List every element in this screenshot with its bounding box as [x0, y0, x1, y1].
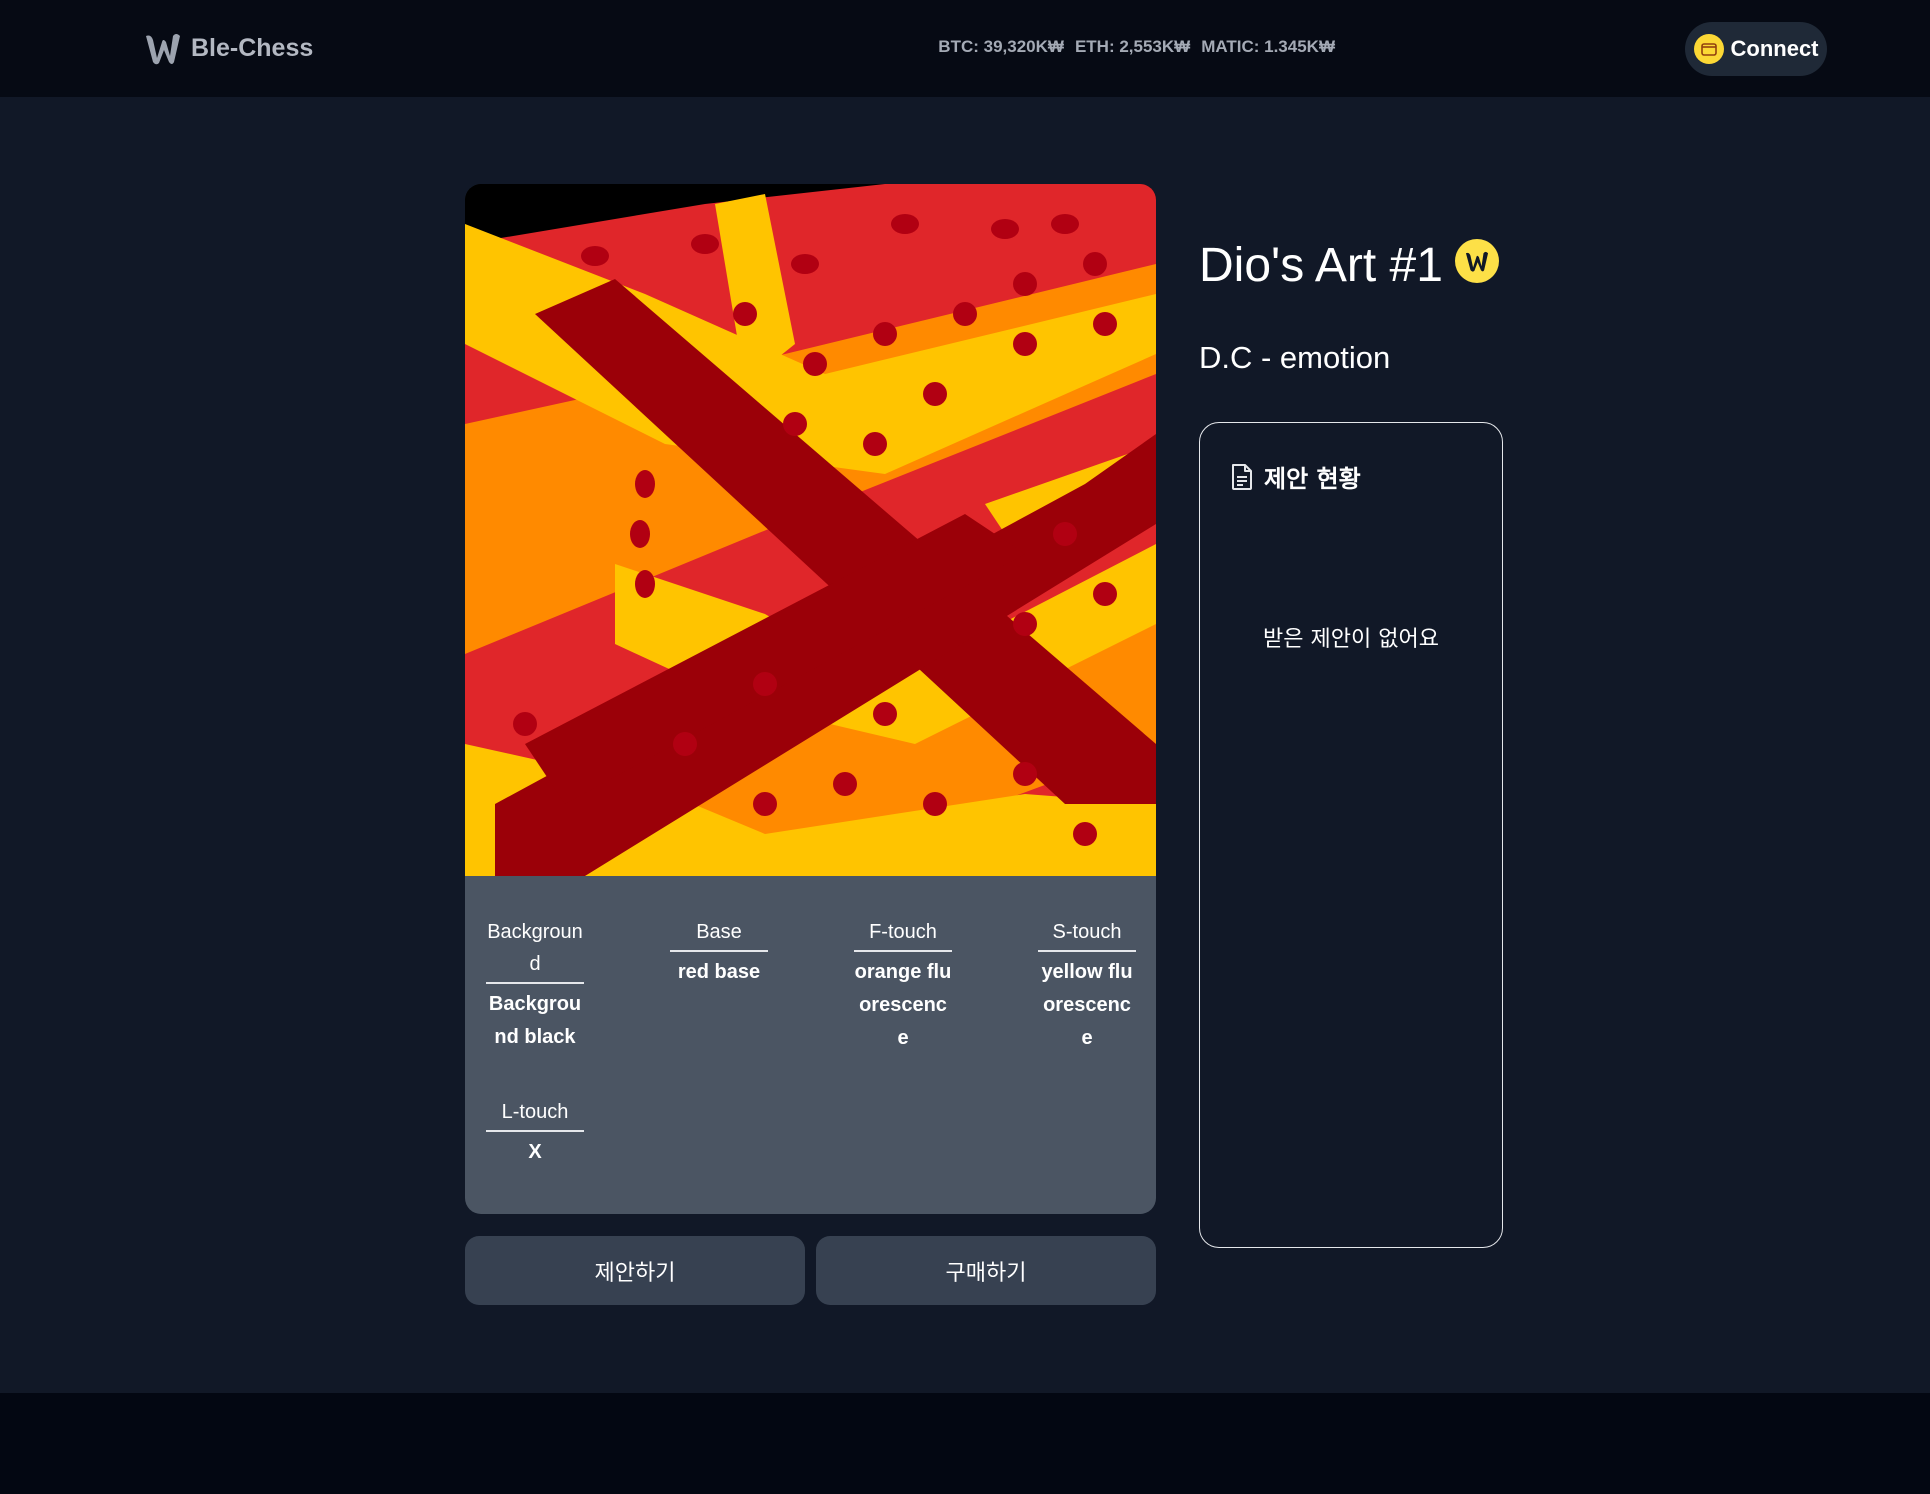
buy-button[interactable]: 구매하기 [816, 1236, 1156, 1305]
page-footer [0, 1393, 1930, 1494]
btc-price: BTC: 39,320K₩ [938, 37, 1064, 56]
trait-f-touch: F-touch orange fluorescence [854, 916, 952, 1055]
nft-title: Dio's Art #1 [1199, 239, 1443, 292]
trait-list: Background Background black Base red bas… [465, 876, 1156, 1214]
wallet-icon [1693, 34, 1724, 64]
price-ticker: BTC: 39,320K₩ ETH: 2,553K₩ MATIC: 1.345K… [938, 37, 1335, 57]
nft-artwork-image[interactable] [465, 184, 1156, 876]
connect-label: Connect [1730, 36, 1819, 61]
document-icon [1232, 463, 1252, 490]
nft-title-row: Dio's Art #1 [1199, 238, 1499, 293]
trait-background: Background Background black [486, 916, 584, 1054]
trait-value: X [528, 1141, 542, 1163]
ble-chess-logo-icon [146, 34, 180, 65]
trait-name: F-touch [854, 916, 952, 952]
offer-status-panel: 제안 현황 받은 제안이 없어요 [1199, 422, 1503, 1248]
no-offers-message: 받은 제안이 없어요 [1263, 627, 1439, 652]
connect-wallet-button[interactable]: Connect [1685, 22, 1827, 76]
trait-value: Background black [488, 993, 582, 1048]
trait-name: Base [670, 916, 768, 952]
matic-price: MATIC: 1.345K₩ [1201, 37, 1335, 56]
trait-s-touch: S-touch yellow fluorescence [1038, 916, 1136, 1055]
brand-logo-link[interactable]: Ble-Chess [143, 28, 313, 68]
eth-price: ETH: 2,553K₩ [1074, 37, 1191, 56]
nft-card: Background Background black Base red bas… [465, 184, 1156, 1214]
trait-name: S-touch [1038, 916, 1136, 952]
trait-name: L-touch [486, 1096, 584, 1132]
trait-base: Base red base [670, 916, 768, 989]
offer-status-title: 제안 현황 [1264, 465, 1361, 493]
make-offer-button[interactable]: 제안하기 [465, 1236, 805, 1305]
nft-collection-subtitle: D.C - emotion [1199, 340, 1391, 375]
offer-status-header: 제안 현황 [1230, 459, 1361, 494]
trait-value: yellow fluorescence [1041, 961, 1133, 1049]
top-nav-bar: Ble-Chess BTC: 39,320K₩ ETH: 2,553K₩ MAT… [0, 0, 1930, 97]
trait-name: Background [486, 916, 584, 984]
trait-value: orange fluorescence [854, 961, 952, 1049]
trait-l-touch: L-touch X [486, 1096, 584, 1169]
trait-value: red base [677, 961, 761, 983]
brand-name: Ble-Chess [191, 33, 314, 62]
verified-logo-badge-icon [1454, 238, 1499, 283]
